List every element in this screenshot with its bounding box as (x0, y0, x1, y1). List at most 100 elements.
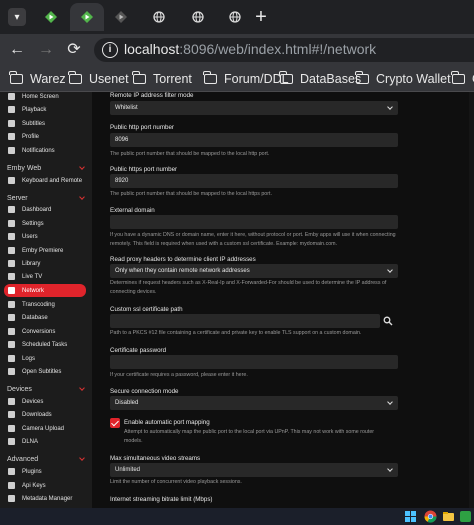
bookmark-folder[interactable]: G (451, 70, 474, 88)
tab-emby-1[interactable] (34, 3, 68, 31)
sidebar-item-playback[interactable]: Playback (0, 103, 92, 116)
public-http-port-input[interactable]: 8096 (110, 133, 398, 147)
folder-icon (9, 71, 23, 84)
database-icon (8, 314, 15, 321)
sidebar-item-conversions[interactable]: Conversions (0, 325, 92, 338)
subtitles-icon (8, 120, 15, 127)
bookmark-folder[interactable]: DataBases (279, 70, 361, 88)
read-proxy-select[interactable]: Only when they contain remote network ad… (110, 264, 398, 278)
chevron-down-icon (79, 194, 85, 200)
remote-filter-mode-select[interactable]: Whitelist (110, 101, 398, 115)
sidebar-item-profile[interactable]: Profile (0, 130, 92, 143)
search-icon[interactable] (383, 316, 393, 326)
sidebar-item-database[interactable]: Database (0, 311, 92, 324)
sidebar-item-open-subtitles[interactable]: Open Subtitles (0, 365, 92, 378)
app-icon[interactable] (459, 510, 472, 523)
forward-button[interactable]: → (36, 40, 56, 60)
address-bar[interactable]: i localhost:8096/web/index.html#!/networ… (94, 38, 474, 62)
sidebar-item-label: Dashboard (22, 206, 52, 213)
url-text: localhost:8096/web/index.html#!/network (124, 41, 376, 57)
sidebar-item-downloads[interactable]: Downloads (0, 408, 92, 421)
sidebar-item-emby-premiere[interactable]: Emby Premiere (0, 244, 92, 257)
sidebar-item-api-keys[interactable]: Api Keys (0, 479, 92, 492)
public-https-port-input[interactable]: 8920 (110, 174, 398, 188)
tab-globe-1[interactable] (142, 3, 176, 31)
bookmark-folder[interactable]: Warez (9, 70, 66, 88)
os-taskbar (0, 508, 474, 525)
secure-connection-select[interactable]: Disabled (110, 396, 398, 410)
site-info-icon[interactable]: i (102, 42, 118, 58)
devices-icon (8, 398, 15, 405)
section-title: Emby Web (7, 164, 42, 172)
auto-port-mapping-checkbox[interactable] (110, 418, 120, 428)
conversions-icon (8, 328, 15, 335)
ssl-cert-path-input[interactable] (110, 314, 380, 328)
sidebar-item-scheduled-tasks[interactable]: Scheduled Tasks (0, 338, 92, 351)
cert-password-help: If your certificate requires a password,… (110, 372, 248, 378)
external-domain-input[interactable] (110, 215, 398, 229)
browser-toolbar: ← → ⟳ i localhost:8096/web/index.html#!/… (0, 34, 474, 66)
sidebar-section-devices[interactable]: Devices (0, 383, 92, 395)
sidebar-item-camera-upload[interactable]: Camera Upload (0, 422, 92, 435)
sidebar-section-emby-web[interactable]: Emby Web (0, 162, 92, 174)
settings-sidebar: Home Screen Playback Subtitles Profile N… (0, 92, 92, 508)
sidebar-item-live-tv[interactable]: Live TV (0, 270, 92, 283)
sidebar-item-network[interactable]: Network (4, 284, 86, 297)
sidebar-item-label: Home Screen (22, 93, 59, 100)
sidebar-item-label: Logs (22, 355, 36, 362)
gear-icon (8, 220, 15, 227)
tab-emby-active[interactable] (70, 3, 104, 31)
clock-icon (8, 341, 15, 348)
bookmark-folder[interactable]: Forum/DDL (203, 70, 289, 88)
sidebar-item-logs[interactable]: Logs (0, 352, 92, 365)
scrollbar[interactable] (469, 92, 474, 508)
new-tab-button[interactable]: + (248, 4, 274, 30)
windows-start-icon[interactable] (404, 510, 417, 523)
tab-globe-2[interactable] (181, 3, 215, 31)
bookmark-label: Crypto Wallet (376, 72, 451, 86)
tab-globe-3[interactable] (218, 3, 252, 31)
sidebar-item-users[interactable]: Users (0, 230, 92, 243)
sidebar-item-dashboard[interactable]: Dashboard (0, 203, 92, 216)
keyboard-icon (8, 177, 15, 184)
bookmark-folder[interactable]: Torrent (132, 70, 192, 88)
folder-icon (132, 71, 146, 84)
auto-port-mapping-label: Enable automatic port mapping (124, 419, 210, 426)
sidebar-item-notifications[interactable]: Notifications (0, 144, 92, 157)
sidebar-item-label: Devices (22, 398, 44, 405)
public-https-port-help: The public port number that should be ma… (110, 191, 272, 197)
sidebar-item-transcoding[interactable]: Transcoding (0, 298, 92, 311)
sidebar-item-dlna[interactable]: DLNA (0, 435, 92, 448)
explorer-icon[interactable] (442, 510, 455, 523)
folder-icon (279, 71, 293, 84)
sidebar-item-devices[interactable]: Devices (0, 395, 92, 408)
sidebar-item-label: Transcoding (22, 301, 55, 308)
max-streams-select[interactable]: Unlimited (110, 463, 398, 477)
tab-search-button[interactable]: ▾ (0, 0, 34, 34)
bookmark-folder[interactable]: Crypto Wallet (355, 70, 451, 88)
sidebar-item-label: Live TV (22, 273, 43, 280)
sidebar-item-label: Library (22, 260, 41, 267)
tab-emby-3[interactable] (104, 3, 138, 31)
person-icon (8, 133, 15, 140)
chrome-icon[interactable] (424, 510, 437, 523)
sidebar-item-metadata-manager[interactable]: Metadata Manager (0, 492, 92, 505)
external-domain-help: If you have a dynamic DNS or domain name… (110, 232, 396, 247)
sidebar-item-plugins[interactable]: Plugins (0, 465, 92, 478)
sidebar-item-home-screen[interactable]: Home Screen (0, 92, 92, 103)
cert-password-input[interactable] (110, 355, 398, 369)
bookmark-folder[interactable]: Usenet (68, 70, 129, 88)
reload-button[interactable]: ⟳ (64, 40, 84, 60)
sidebar-item-label: DLNA (22, 438, 39, 445)
emby-icon (81, 11, 93, 23)
sidebar-item-settings[interactable]: Settings (0, 217, 92, 230)
folder-icon (68, 71, 82, 84)
back-button[interactable]: ← (7, 40, 27, 60)
plugin-icon (8, 368, 15, 375)
sidebar-item-library[interactable]: Library (0, 257, 92, 270)
sidebar-section-advanced[interactable]: Advanced (0, 453, 92, 465)
sidebar-item-label: Plugins (22, 468, 42, 475)
sidebar-item-keyboard-remote[interactable]: Keyboard and Remote (0, 174, 92, 187)
sidebar-item-subtitles[interactable]: Subtitles (0, 117, 92, 130)
globe-icon (153, 11, 165, 23)
